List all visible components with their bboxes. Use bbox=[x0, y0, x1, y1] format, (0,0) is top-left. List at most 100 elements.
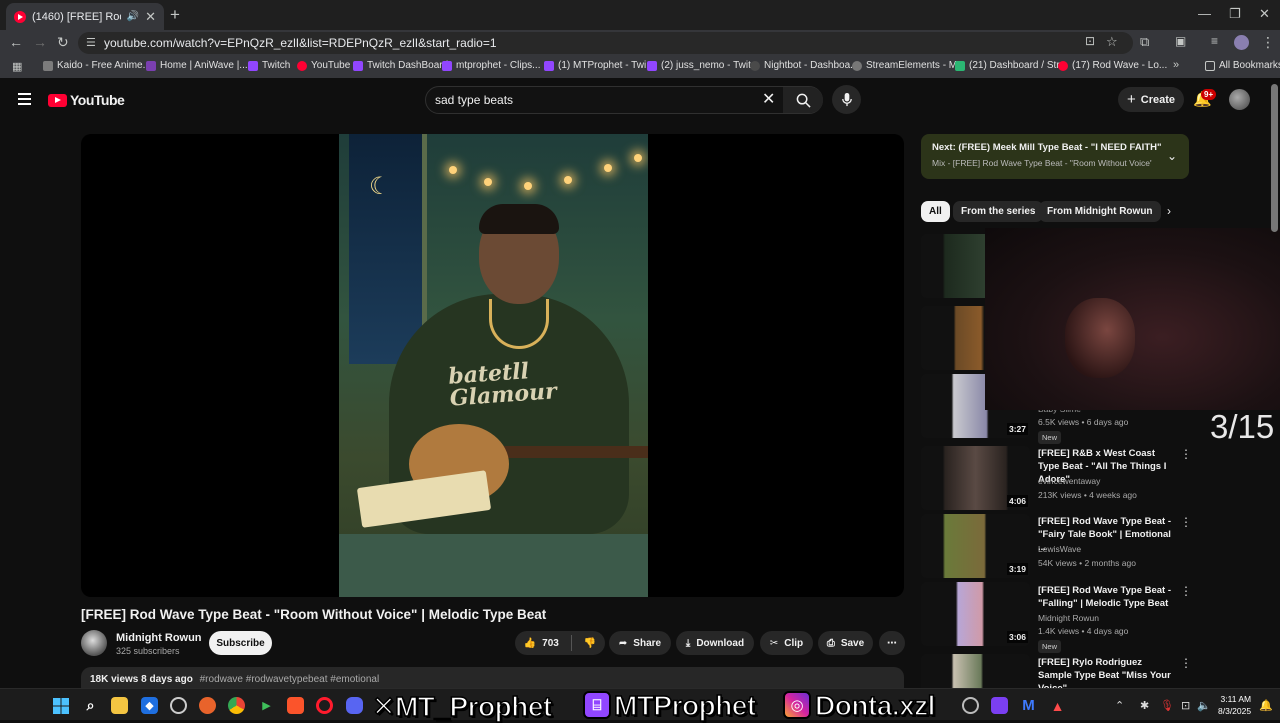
system-clock[interactable]: 3:11 AM 8/3/2025 bbox=[1218, 693, 1251, 717]
search-icon[interactable]: ⌕ bbox=[82, 697, 99, 714]
video-player[interactable]: ☾ batetll Glamour bbox=[81, 134, 904, 597]
new-tab-icon[interactable]: + bbox=[170, 5, 180, 25]
hamburger-menu-icon[interactable] bbox=[18, 93, 31, 108]
bookmark-item[interactable]: (21) Dashboard / Str... bbox=[955, 60, 1067, 71]
side-panel-icon[interactable]: ▣ bbox=[1175, 34, 1186, 48]
shirt-text: batetll Glamour bbox=[447, 358, 558, 412]
firefox-icon[interactable] bbox=[199, 697, 216, 714]
youtube-logo[interactable]: YouTube bbox=[48, 92, 125, 108]
kebab-menu-icon[interactable]: ⋮ bbox=[1261, 34, 1275, 51]
install-app-icon[interactable]: ⊡ bbox=[1085, 34, 1095, 48]
channel-avatar[interactable] bbox=[81, 630, 107, 656]
rec-title[interactable]: [FREE] Rod Wave Type Beat - "Falling" | … bbox=[1038, 584, 1173, 610]
voice-search-button[interactable] bbox=[832, 85, 861, 114]
more-options-icon[interactable]: ⋮ bbox=[1180, 584, 1192, 598]
rec-title[interactable]: [FREE] Rylo Rodriguez Sample Type Beat "… bbox=[1038, 656, 1173, 688]
bookmark-item[interactable]: (17) Rod Wave - Lo... bbox=[1058, 60, 1167, 71]
bookmark-item[interactable]: (2) juss_nemo - Twit... bbox=[647, 60, 759, 71]
more-options-icon[interactable]: ⋮ bbox=[1180, 515, 1192, 529]
more-options-icon[interactable]: ⋮ bbox=[1180, 656, 1192, 670]
more-bookmarks-icon[interactable]: » bbox=[1173, 59, 1179, 71]
bookmark-item[interactable]: (1) MTProphet - Twi... bbox=[544, 60, 655, 71]
bookmark-item[interactable]: Twitch DashBoard bbox=[353, 60, 448, 71]
chevron-down-icon[interactable]: ⌄ bbox=[1167, 149, 1177, 163]
opera-icon[interactable] bbox=[316, 697, 333, 714]
create-button[interactable]: + Create bbox=[1118, 87, 1184, 112]
download-button[interactable]: ⤓ Download bbox=[676, 631, 754, 655]
extensions-icon[interactable]: ⧉ bbox=[1140, 34, 1149, 50]
bookmark-item[interactable]: Twitch bbox=[248, 60, 290, 71]
windows-start-icon[interactable] bbox=[52, 697, 69, 714]
profile-avatar[interactable] bbox=[1234, 35, 1249, 50]
obs-icon[interactable] bbox=[962, 697, 979, 714]
brave-icon[interactable] bbox=[287, 697, 304, 714]
steam-icon[interactable] bbox=[170, 697, 187, 714]
rec-channel[interactable]: LewisWave bbox=[1038, 544, 1081, 554]
discord-icon[interactable] bbox=[346, 697, 363, 714]
rec-channel[interactable]: Midnight Rowun bbox=[1038, 613, 1099, 623]
like-count[interactable]: 703 bbox=[542, 638, 559, 649]
arrow-right-icon[interactable]: → bbox=[33, 34, 47, 50]
subscribe-button[interactable]: Subscribe bbox=[209, 631, 272, 655]
recommendation-thumbnail[interactable]: 3:06 bbox=[921, 582, 1030, 646]
thumbs-down-icon[interactable]: 👎 bbox=[584, 638, 596, 649]
bookmark-item[interactable]: mtprophet - Clips... bbox=[442, 60, 540, 71]
speaker-icon[interactable]: 🔊 bbox=[127, 11, 139, 22]
rec-channel[interactable]: evincewentaway bbox=[1038, 476, 1100, 486]
adobe-icon[interactable]: ▲ bbox=[1049, 697, 1066, 714]
media-controls-icon[interactable]: ≡ bbox=[1211, 34, 1218, 48]
search-button[interactable] bbox=[783, 87, 823, 113]
file-explorer-icon[interactable] bbox=[111, 697, 128, 714]
streamlabs-icon[interactable]: ▶ bbox=[258, 697, 275, 714]
notifications-icon[interactable]: 🔔 bbox=[1259, 699, 1273, 712]
video-duration: 3:06 bbox=[1006, 631, 1028, 643]
more-options-icon[interactable]: ⋮ bbox=[1180, 447, 1192, 461]
browser-tab[interactable]: (1460) [FREE] Rod Wave Ty 🔊 ✕ bbox=[6, 3, 164, 30]
bookmark-item[interactable]: StreamElements - M... bbox=[852, 60, 965, 71]
maximize-icon[interactable]: ❐ bbox=[1229, 6, 1241, 22]
clear-search-icon[interactable]: ✕ bbox=[762, 89, 775, 109]
more-actions-icon[interactable]: ⋯ bbox=[879, 631, 905, 655]
dropbox-icon[interactable]: ◆ bbox=[141, 697, 158, 714]
share-button[interactable]: ➦ Share bbox=[609, 631, 671, 655]
minimize-icon[interactable]: — bbox=[1198, 6, 1211, 21]
overlay-instagram-handle: Donta.xzl bbox=[814, 689, 936, 722]
chip-all[interactable]: All bbox=[921, 201, 950, 222]
bookmark-item[interactable]: Home | AniWave |... bbox=[146, 60, 248, 71]
streamer-app-icon[interactable] bbox=[991, 697, 1008, 714]
hashtags[interactable]: #rodwave #rodwavetypebeat #emotional bbox=[200, 674, 380, 685]
avatar[interactable] bbox=[1229, 89, 1250, 110]
save-button[interactable]: ⎙ Save bbox=[818, 631, 873, 655]
chrome-icon[interactable] bbox=[228, 697, 245, 714]
site-info-icon[interactable]: ☰ bbox=[86, 36, 96, 49]
close-tab-icon[interactable]: ✕ bbox=[145, 9, 156, 25]
channel-name[interactable]: Midnight Rowun bbox=[116, 632, 202, 644]
clip-button[interactable]: ✂ Clip bbox=[760, 631, 813, 655]
description-box[interactable]: 18K views 8 days ago #rodwave #rodwavety… bbox=[81, 667, 904, 688]
reload-icon[interactable]: ↻ bbox=[57, 34, 69, 51]
chip-from-series[interactable]: From the series bbox=[953, 201, 1044, 222]
close-window-icon[interactable]: ✕ bbox=[1259, 6, 1270, 22]
page-scrollbar[interactable] bbox=[1271, 84, 1278, 232]
thumbs-up-icon[interactable]: 👍 bbox=[524, 638, 536, 649]
bluetooth-icon[interactable]: ✱ bbox=[1140, 699, 1149, 712]
recommendation-thumbnail[interactable]: 3:19 bbox=[921, 514, 1030, 578]
mic-muted-icon[interactable]: 🎙 bbox=[1160, 699, 1174, 712]
recommendation-thumbnail[interactable]: 4:06 bbox=[921, 446, 1030, 510]
bookmark-item[interactable]: Kaido - Free Anime... bbox=[43, 60, 151, 71]
playlist-up-next[interactable]: Next: (FREE) Meek Mill Type Beat - "I NE… bbox=[921, 134, 1189, 179]
chevron-right-icon[interactable]: › bbox=[1167, 204, 1171, 218]
volume-icon[interactable]: 🔈 bbox=[1197, 699, 1211, 712]
chip-from-channel[interactable]: From Midnight Rowun bbox=[1039, 201, 1161, 222]
recommendation-thumbnail[interactable] bbox=[921, 654, 1030, 688]
apps-grid-icon[interactable]: ▦ bbox=[12, 60, 22, 73]
tray-chevron-icon[interactable]: ⌃ bbox=[1115, 699, 1124, 712]
arrow-left-icon[interactable]: ← bbox=[9, 34, 23, 50]
mail-icon[interactable]: M bbox=[1020, 697, 1037, 714]
bookmark-item[interactable]: Nightbot - Dashboa... bbox=[750, 60, 859, 71]
all-bookmarks-folder[interactable]: All Bookmarks bbox=[1205, 60, 1280, 71]
bookmark-item[interactable]: YouTube bbox=[297, 60, 350, 71]
bookmark-star-icon[interactable]: ☆ bbox=[1106, 34, 1118, 50]
network-icon[interactable]: ⊡ bbox=[1181, 699, 1190, 712]
address-bar[interactable]: ☰ youtube.com/watch?v=EPnQzR_ezlI&list=R… bbox=[78, 32, 1133, 54]
